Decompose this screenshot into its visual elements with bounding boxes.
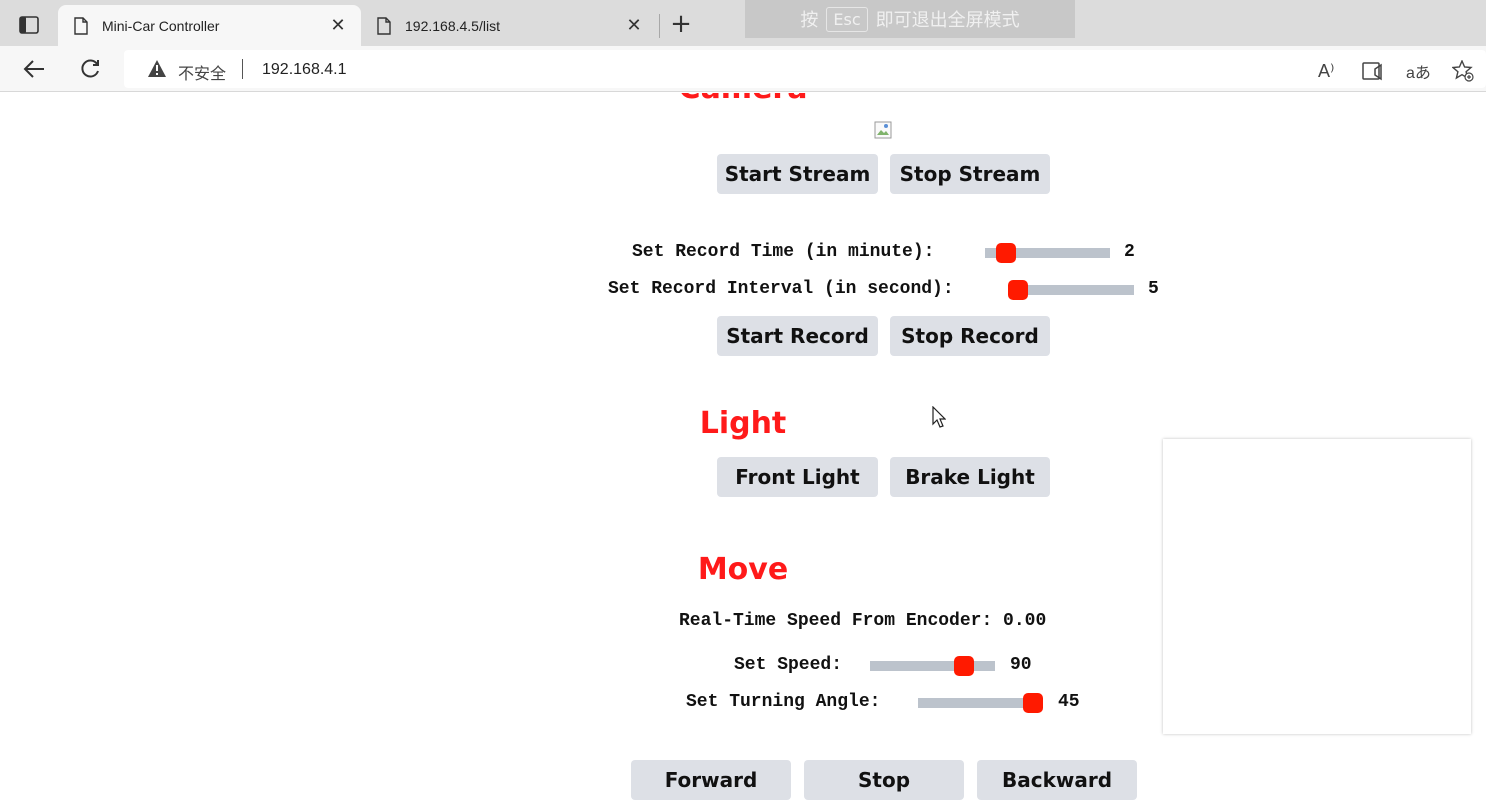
url-divider <box>242 59 243 79</box>
stop-stream-button[interactable]: Stop Stream <box>890 154 1050 194</box>
security-label[interactable]: 不安全 <box>178 60 226 84</box>
record-interval-slider[interactable] <box>1008 280 1134 300</box>
start-stream-button[interactable]: Start Stream <box>717 154 878 194</box>
new-tab-plus-icon[interactable]: + <box>667 11 695 39</box>
set-speed-value: 90 <box>1010 655 1032 675</box>
tab-list[interactable]: 192.168.4.5/list ✕ <box>361 5 657 46</box>
tab-title: Mini-Car Controller <box>102 17 220 34</box>
light-heading: Light <box>699 406 787 441</box>
immersive-reader-icon[interactable] <box>1362 60 1384 82</box>
record-interval-label: Set Record Interval (in second): <box>608 279 954 299</box>
esc-key-badge: Esc <box>826 6 868 32</box>
start-record-button[interactable]: Start Record <box>717 316 878 356</box>
set-speed-label: Set Speed: <box>734 655 843 675</box>
close-icon[interactable]: ✕ <box>327 15 349 36</box>
refresh-icon[interactable] <box>75 54 105 84</box>
document-icon <box>377 16 391 35</box>
close-icon[interactable]: ✕ <box>623 15 645 36</box>
backward-button[interactable]: Backward <box>977 760 1137 800</box>
front-light-button[interactable]: Front Light <box>717 457 878 497</box>
turning-angle-value: 45 <box>1058 692 1080 712</box>
fullscreen-hint-prefix: 按 <box>800 10 819 31</box>
fullscreen-exit-hint: 按 Esc 即可退出全屏模式 <box>745 0 1075 38</box>
broken-image-icon <box>874 121 892 139</box>
record-interval-value: 5 <box>1148 279 1159 299</box>
forward-button[interactable]: Forward <box>631 760 791 800</box>
page-content: Camera Start Stream Stop Stream Set Reco… <box>0 93 1486 805</box>
speed-slider[interactable] <box>870 656 995 676</box>
address-bar: 不安全 192.168.4.1 A⁾ aあ <box>0 46 1486 92</box>
camera-heading: Camera <box>0 93 1486 106</box>
tab-bar: Mini-Car Controller ✕ 192.168.4.5/list ✕… <box>0 0 1486 46</box>
stop-button[interactable]: Stop <box>804 760 964 800</box>
url-text[interactable]: 192.168.4.1 <box>262 61 347 79</box>
floating-panel <box>1163 439 1471 734</box>
encoder-speed-readout: Real-Time Speed From Encoder: 0.00 <box>679 611 1047 631</box>
tab-divider <box>659 14 660 38</box>
fullscreen-hint-suffix: 即可退出全屏模式 <box>875 10 1020 31</box>
record-time-slider[interactable] <box>985 243 1110 263</box>
turning-angle-label: Set Turning Angle: <box>686 692 881 712</box>
slider-thumb[interactable] <box>954 656 974 676</box>
document-icon <box>74 16 88 35</box>
record-time-label: Set Record Time (in minute): <box>632 242 935 262</box>
brake-light-button[interactable]: Brake Light <box>890 457 1050 497</box>
slider-thumb[interactable] <box>1023 693 1043 713</box>
back-arrow-icon[interactable] <box>19 54 49 84</box>
read-aloud-icon[interactable]: A⁾ <box>1318 60 1334 82</box>
tab-mini-car-controller[interactable]: Mini-Car Controller ✕ <box>58 5 361 46</box>
stop-record-button[interactable]: Stop Record <box>890 316 1050 356</box>
favorite-star-icon[interactable] <box>1452 60 1474 82</box>
tab-actions-icon[interactable] <box>10 12 48 38</box>
turning-angle-slider[interactable] <box>918 693 1043 713</box>
record-time-value: 2 <box>1124 242 1135 262</box>
tab-title: 192.168.4.5/list <box>405 17 500 34</box>
mouse-cursor-icon <box>932 405 947 432</box>
slider-thumb[interactable] <box>1008 280 1028 300</box>
translate-icon[interactable]: aあ <box>1406 60 1431 82</box>
slider-thumb[interactable] <box>995 243 1016 263</box>
warning-triangle-icon <box>148 60 166 77</box>
url-field[interactable]: 不安全 192.168.4.1 A⁾ aあ <box>124 50 1486 88</box>
